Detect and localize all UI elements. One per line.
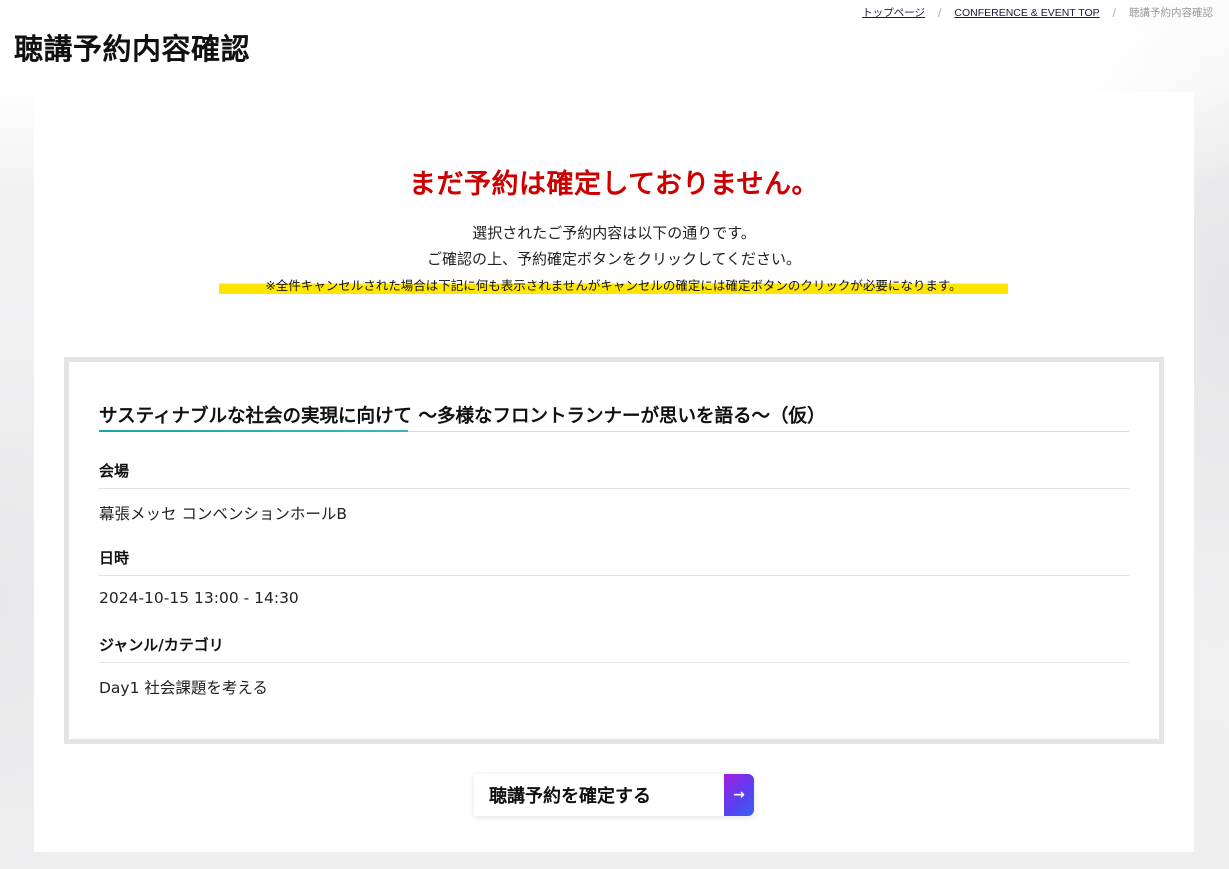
page-header: 聴講予約内容確認 トップページ / CONFERENCE & EVENT TOP… — [0, 0, 1229, 90]
title-accent-bar — [99, 430, 408, 432]
field-divider — [99, 662, 1129, 663]
breadcrumb-current: 聴講予約内容確認 — [1129, 7, 1213, 19]
breadcrumb: トップページ / CONFERENCE & EVENT TOP / 聴講予約内容… — [862, 5, 1213, 20]
breadcrumb-conference-link[interactable]: CONFERENCE & EVENT TOP — [954, 7, 1099, 19]
cancel-warning-note: ※全件キャンセルされた場合は下記に何も表示されませんがキャンセルの確定には確定ボ… — [219, 275, 1008, 296]
venue-label: 会場 — [99, 462, 130, 480]
notice-description-1: 選択されたご予約内容は以下の通りです。 — [472, 224, 756, 242]
category-value: Day1 社会課題を考える — [99, 679, 268, 697]
category-label: ジャンル/カテゴリ — [99, 636, 224, 654]
notice-description-2: ご確認の上、予約確定ボタンをクリックしてください。 — [426, 250, 802, 268]
venue-value: 幕張メッセ コンベンションホールB — [99, 505, 348, 523]
confirm-reservation-button[interactable]: 聴講予約を確定する → — [474, 774, 754, 816]
field-divider — [99, 575, 1129, 576]
page-title: 聴講予約内容確認 — [14, 32, 251, 66]
datetime-value: 2024-10-15 13:00 - 14:30 — [99, 589, 299, 607]
field-divider — [99, 488, 1129, 489]
breadcrumb-separator: / — [1112, 5, 1116, 20]
arrow-right-icon: → — [724, 774, 754, 816]
not-confirmed-notice: まだ予約は確定しておりません。 — [408, 169, 820, 200]
reservation-detail-box: サスティナブルな社会の実現に向けて 〜多様なフロントランナーが思いを語る〜（仮）… — [64, 357, 1164, 744]
confirmation-card: まだ予約は確定しておりません。 選択されたご予約内容は以下の通りです。 ご確認の… — [34, 92, 1194, 852]
confirm-button-label: 聴講予約を確定する — [489, 786, 651, 807]
event-title: サスティナブルな社会の実現に向けて 〜多様なフロントランナーが思いを語る〜（仮） — [99, 406, 826, 427]
datetime-label: 日時 — [99, 549, 130, 567]
breadcrumb-top-link[interactable]: トップページ — [862, 5, 925, 20]
breadcrumb-separator: / — [938, 5, 942, 20]
